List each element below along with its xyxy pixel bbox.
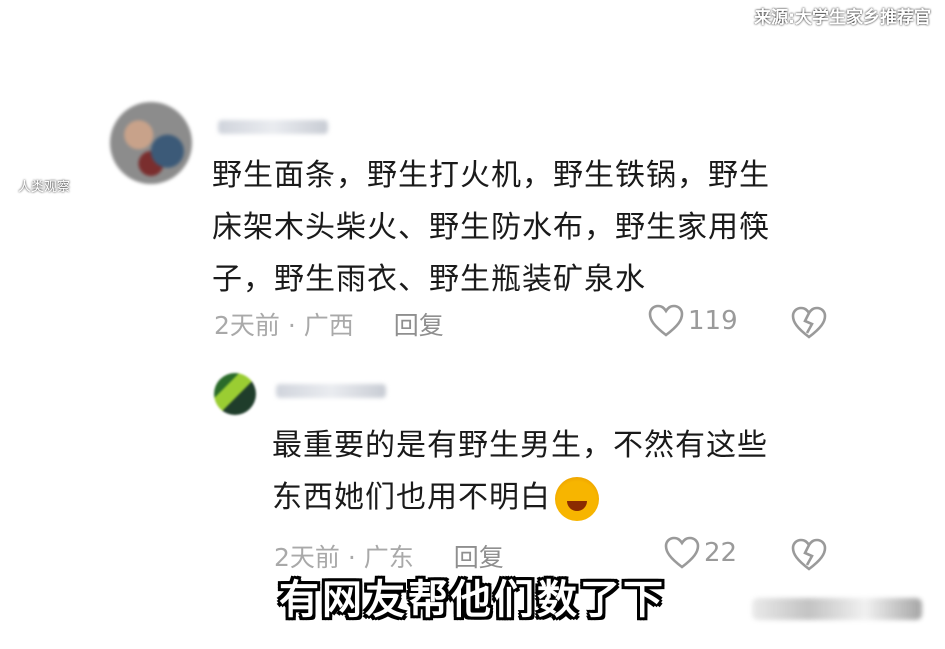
like-button[interactable]: 22	[664, 536, 737, 570]
comment-line: 床架木头柴火、野生防水布，野生家用筷	[212, 210, 770, 245]
comment-line: 东西她们也用不明白	[272, 480, 551, 515]
laughing-crying-emoji-icon	[555, 476, 599, 521]
blurred-username[interactable]	[276, 384, 386, 398]
reply-text: 最重要的是有野生男生，不然有这些 东西她们也用不明白	[272, 420, 768, 524]
avatar[interactable]	[110, 102, 192, 184]
source-label: 来源:大学生家乡推荐官	[754, 8, 931, 28]
comment-text: 野生面条，野生打火机，野生铁锅，野生 床架木头柴火、野生防水布，野生家用筷 子，…	[212, 150, 770, 306]
blurred-username[interactable]	[218, 120, 328, 134]
comment-line: 最重要的是有野生男生，不然有这些	[272, 428, 768, 463]
blurred-watermark	[752, 598, 922, 620]
avatar[interactable]	[214, 373, 256, 415]
reply-button[interactable]: 回复	[394, 306, 444, 342]
comment-time-location: 2天前 · 广西	[214, 311, 354, 340]
heart-outline-icon	[648, 304, 684, 337]
like-count: 22	[704, 538, 738, 568]
comment-card: 野生面条，野生打火机，野生铁锅，野生 床架木头柴火、野生防水布，野生家用筷 子，…	[76, 84, 868, 596]
comment-line: 野生面条，野生打火机，野生铁锅，野生	[212, 158, 770, 193]
side-label: 人类观察	[18, 180, 71, 195]
heart-outline-icon	[664, 536, 700, 569]
like-button[interactable]: 119	[648, 304, 738, 338]
like-count: 119	[688, 306, 738, 336]
comment-line: 子，野生雨衣、野生瓶装矿泉水	[212, 262, 646, 297]
broken-heart-icon[interactable]	[791, 306, 827, 340]
comment-meta: 2天前 · 广西 回复	[214, 306, 444, 342]
